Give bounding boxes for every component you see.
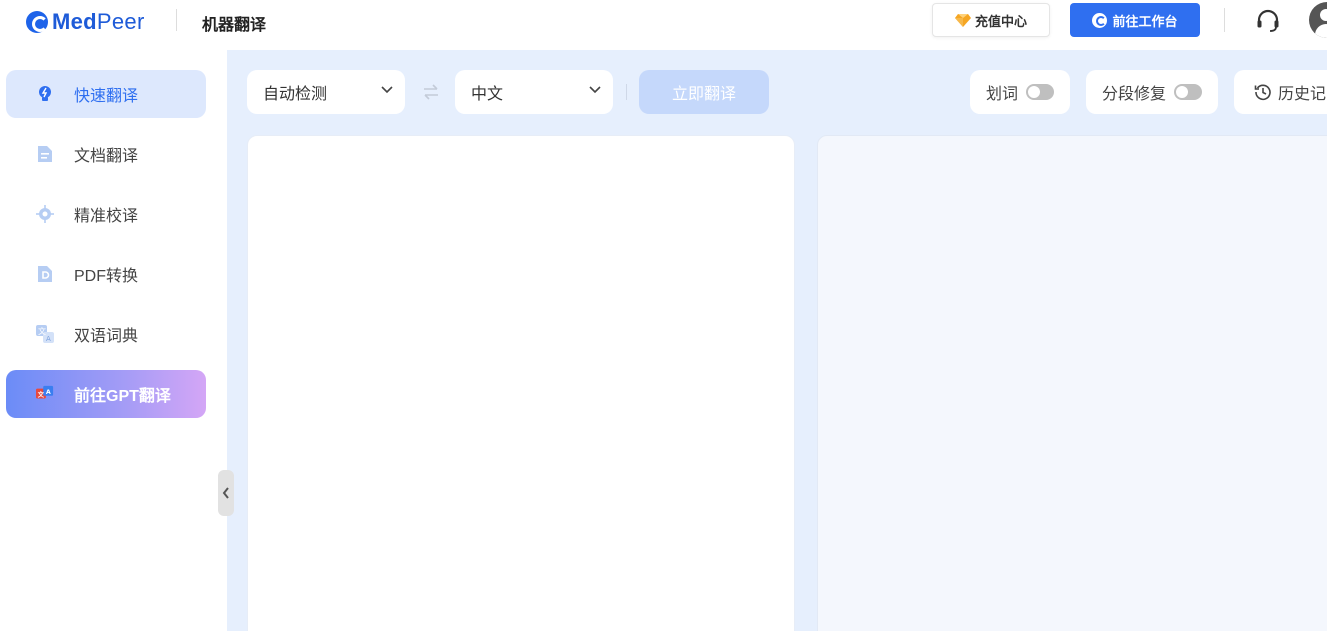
sidebar-collapse-handle[interactable] <box>218 470 234 516</box>
word-select-switch[interactable] <box>1026 84 1055 100</box>
sidebar-item-pdf-convert[interactable]: PDF转换 <box>6 250 206 298</box>
top-header: MedPeer 机器翻译 充值中心 前往工作台 <box>0 0 1327 50</box>
sidebar-item-precise-proofread[interactable]: 精准校译 <box>6 190 206 238</box>
sidebar-item-label: 精准校译 <box>74 208 139 225</box>
go-to-workbench-button[interactable]: 前往工作台 <box>1070 3 1200 37</box>
medpeer-logo-icon <box>26 11 48 33</box>
sidebar-item-document-translate[interactable]: 文档翻译 <box>6 130 206 178</box>
workbench-label: 前往工作台 <box>1112 13 1178 29</box>
history-label: 历史记录 <box>1278 86 1327 103</box>
svg-text:文: 文 <box>38 390 45 399</box>
word-select-toggle-box: 划词 <box>970 70 1070 114</box>
chevron-down-icon <box>589 86 601 94</box>
source-text-panel <box>247 135 795 631</box>
brand-light: Peer <box>96 9 145 34</box>
diamond-icon <box>954 14 971 27</box>
segment-fix-label: 分段修复 <box>1102 86 1167 103</box>
chevron-left-icon <box>222 487 229 499</box>
page-title: 机器翻译 <box>202 17 267 34</box>
svg-text:A: A <box>46 335 51 343</box>
segment-fix-switch[interactable] <box>1174 84 1203 100</box>
svg-text:文: 文 <box>38 326 46 336</box>
brand-bold: Med <box>52 9 97 34</box>
sidebar-item-label: PDF转换 <box>74 268 139 285</box>
medpeer-logo[interactable]: MedPeer <box>26 9 145 35</box>
sidebar-item-quick-translate[interactable]: 快速翻译 <box>6 70 206 118</box>
dictionary-icon: 文A <box>36 325 54 343</box>
medpeer-mini-icon <box>1092 12 1108 28</box>
sidebar: 快速翻译 文档翻译 精准校译 PDF转换 文A 双语词典 文A 前往GPT翻译 <box>0 50 227 631</box>
header-divider-right <box>1224 8 1225 32</box>
history-button[interactable]: 历史记录 <box>1234 70 1327 114</box>
sidebar-item-gpt-translate[interactable]: 文A 前往GPT翻译 <box>6 370 206 418</box>
header-divider <box>176 9 177 31</box>
sidebar-item-label: 前往GPT翻译 <box>74 388 171 405</box>
toolbar-divider <box>626 84 627 100</box>
user-avatar[interactable] <box>1309 2 1327 38</box>
sidebar-item-label: 快速翻译 <box>74 88 139 105</box>
recharge-center-button[interactable]: 充值中心 <box>932 3 1050 37</box>
target-icon <box>36 205 54 223</box>
target-language-value: 中文 <box>471 86 504 103</box>
sidebar-item-label: 双语词典 <box>74 328 139 345</box>
source-language-select[interactable]: 自动检测 <box>247 70 405 114</box>
sidebar-item-bilingual-dictionary[interactable]: 文A 双语词典 <box>6 310 206 358</box>
target-language-select[interactable]: 中文 <box>455 70 613 114</box>
bulb-icon <box>36 85 54 103</box>
word-select-label: 划词 <box>986 86 1019 103</box>
source-language-value: 自动检测 <box>263 86 328 103</box>
recharge-label: 充值中心 <box>974 13 1027 29</box>
translation-output-panel <box>817 135 1327 631</box>
history-clock-icon <box>1254 84 1271 101</box>
pdf-icon <box>36 265 54 283</box>
headset-icon[interactable] <box>1255 8 1281 34</box>
segment-fix-toggle-box: 分段修复 <box>1086 70 1218 114</box>
translate-now-button[interactable]: 立即翻译 <box>639 70 769 114</box>
svg-text:A: A <box>46 389 51 396</box>
sidebar-item-label: 文档翻译 <box>74 148 139 165</box>
source-text-input[interactable] <box>248 136 794 631</box>
document-icon <box>36 145 54 163</box>
swap-languages-icon[interactable] <box>422 83 440 101</box>
gpt-translate-icon: 文A <box>36 385 54 403</box>
chevron-down-icon <box>381 86 393 94</box>
